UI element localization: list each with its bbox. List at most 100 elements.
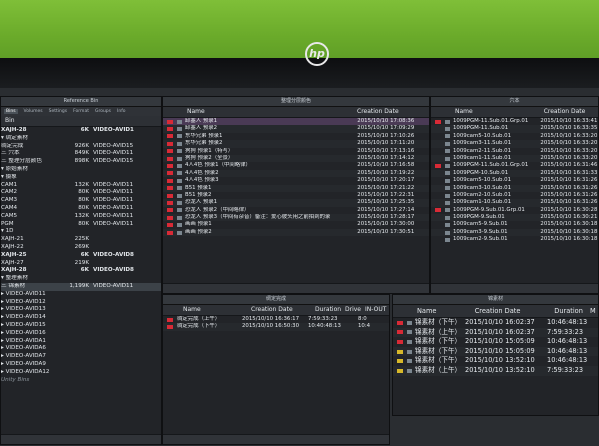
table-row[interactable]: 卸塞人 预录1 2015/10/10 17:08:36 bbox=[163, 118, 429, 126]
table-row[interactable]: 狗狗 预录2（全景） 2015/10/10 17:14:12 bbox=[163, 154, 429, 163]
bin-list-item[interactable]: XAJH-28 6K VIDEO-AVID1 bbox=[1, 127, 161, 135]
bin-list-item[interactable]: ▾ 原始素材 bbox=[1, 166, 161, 174]
table-row[interactable]: 1009cam3-10.Sub.01 2015/10/10 16:31:26 bbox=[431, 184, 598, 192]
bin-list-item[interactable]: XAJH-28 6K VIDEO-AVID8 bbox=[1, 267, 161, 275]
table-row[interactable]: 1009cam5-10.Sub.01 2015/10/10 16:31:26 bbox=[431, 177, 598, 184]
bin-list-item[interactable]: ▸ VIDEO-AVIDA6 bbox=[1, 345, 161, 353]
bin-list-item[interactable]: XAJH-21 225K bbox=[1, 236, 161, 244]
in-out: 10:4 bbox=[358, 323, 371, 330]
bin-list-item[interactable]: ▸ VIDEO-AVIDA7 bbox=[1, 353, 161, 361]
table-row[interactable]: 1009PGM-11.Sub.01.Grp.01 2015/10/10 16:31… bbox=[431, 162, 598, 169]
clip-name: 1009PGM-9.Sub.01 bbox=[453, 214, 505, 221]
bin-list-item[interactable]: ▸ VIDEO-AVIDA1 bbox=[1, 338, 161, 346]
tab-3[interactable]: Format bbox=[73, 109, 89, 114]
table-row[interactable]: B51 预录1 2015/10/10 17:21:22 bbox=[163, 184, 429, 192]
col-in-out[interactable]: IN-OUT bbox=[365, 305, 389, 315]
table-row[interactable]: 4人4色 预录3 2015/10/10 17:20:17 bbox=[163, 177, 429, 184]
tab-2[interactable]: Settings bbox=[49, 109, 67, 114]
bin-list-item[interactable]: 绸定完成 926K VIDEO-AVID15 bbox=[1, 143, 161, 151]
table-row[interactable]: 画画 预录1 2015/10/10 17:30:00 bbox=[163, 221, 429, 228]
table-row[interactable]: 恐龙人 预录3（中间有杂音）备注：爱心彼头用之前拍到的录 2015/10/10 1… bbox=[163, 214, 429, 222]
table-row[interactable]: 1009PGM-10.Sub.01 2015/10/10 16:31:33 bbox=[431, 169, 598, 178]
table-row[interactable]: 锦素材（下午） 2015/10/10 13:52:10 10:46:48:13 bbox=[393, 356, 598, 366]
bin-list-item[interactable]: ▾ 1D bbox=[1, 228, 161, 236]
bin-list-item[interactable]: 三 整理分层颜色 898K VIDEO-AVID15 bbox=[1, 158, 161, 166]
table-row[interactable]: B51 预录2 2015/10/10 17:22:31 bbox=[163, 192, 429, 199]
table-row[interactable]: 锦素材（上午） 2015/10/10 16:02:37 7:59:33:23 bbox=[393, 327, 598, 338]
table-row[interactable]: 1009cam5-9.Sub.01 2015/10/10 16:30:18 bbox=[431, 221, 598, 228]
bin-list-item[interactable]: CAM5 132K VIDEO-AVID11 bbox=[1, 213, 161, 221]
bin-list-item[interactable]: ▸ VIDEO-AVID12 bbox=[1, 299, 161, 307]
table-row[interactable]: 画画 预录2 2015/10/10 17:30:51 bbox=[163, 228, 429, 237]
table-row[interactable]: 4人4色 预录2 2015/10/10 17:19:22 bbox=[163, 169, 429, 178]
col-name[interactable]: Name bbox=[397, 305, 475, 317]
table-row[interactable]: 东华兄弟 预录1 2015/10/10 17:10:26 bbox=[163, 133, 429, 140]
table-row[interactable]: 1009cam5-10.Sub.01 2015/10/10 16:33:20 bbox=[431, 133, 598, 140]
tab-0[interactable]: Bins bbox=[4, 109, 18, 114]
table-row[interactable]: 1009cam1-11.Sub.01 2015/10/10 16:33:20 bbox=[431, 154, 598, 163]
bin-list-item[interactable]: ▾ 摄象 bbox=[1, 174, 161, 182]
bin-list-item[interactable]: ▸ VIDEO-AVID14 bbox=[1, 314, 161, 322]
col-creation-date[interactable]: Creation Date bbox=[475, 305, 555, 317]
table-row[interactable]: 1009PGM-9.Sub.01 2015/10/10 16:30:21 bbox=[431, 214, 598, 222]
col-name[interactable]: Name bbox=[167, 305, 251, 315]
bin-list-item[interactable]: ▸ VIDEO-AVID11 bbox=[1, 291, 161, 299]
bin-list-item[interactable]: XAJH-25 6K VIDEO-AVID8 bbox=[1, 252, 161, 260]
bin-list-item[interactable]: ▸ VIDEO-AVID15 bbox=[1, 322, 161, 330]
col-creation-date[interactable]: Creation Date bbox=[544, 107, 598, 117]
tab-5[interactable]: Info bbox=[117, 109, 126, 114]
table-row[interactable]: 锦素材（上午） 2015/10/10 13:52:10 7:59:33:23 bbox=[393, 365, 598, 376]
bin-list-item[interactable]: ▸ VIDEO-AVIDA12 bbox=[1, 369, 161, 377]
table-row[interactable]: 卸塞人 预录2 2015/10/10 17:09:29 bbox=[163, 125, 429, 133]
bin-list-item[interactable]: ▸ VIDEO-AVID16 bbox=[1, 330, 161, 338]
bin-list-item[interactable]: ▾ 整理素材 bbox=[1, 275, 161, 283]
table-row[interactable]: 恐龙人 预录2（中间略律） 2015/10/10 17:27:14 bbox=[163, 207, 429, 214]
col-name[interactable]: Name bbox=[167, 107, 357, 117]
table-row[interactable]: 1009cam2-9.Sub.01 2015/10/10 16:30:18 bbox=[431, 236, 598, 243]
bin-list-item[interactable]: 三 锦素材 1,199K VIDEO-AVID11 bbox=[1, 282, 161, 291]
table-row[interactable]: 1009cam3-11.Sub.01 2015/10/10 16:33:20 bbox=[431, 140, 598, 148]
bin-list-item[interactable]: CAM4 80K VIDEO-AVID11 bbox=[1, 205, 161, 213]
bin-list-item[interactable]: ▸ VIDEO-AVIDA9 bbox=[1, 361, 161, 369]
tab-1[interactable]: Volumes bbox=[24, 109, 43, 114]
table-row[interactable]: 恐龙人 预录1 2015/10/10 17:25:35 bbox=[163, 199, 429, 207]
table-row[interactable]: 1009cam1-10.Sub.01 2015/10/10 16:31:26 bbox=[431, 199, 598, 207]
bin-list-item[interactable]: PGM 80K VIDEO-AVID11 bbox=[1, 221, 161, 229]
table-row[interactable]: 绸定完成（上午） 2015/10/10 16:36:17 7:59:33:23 8:0 bbox=[163, 316, 389, 323]
table-row[interactable]: 锦素材（下午） 2015/10/10 15:05:09 10:46:48:13 bbox=[393, 346, 598, 357]
table-row[interactable]: 1009PGM-9.Sub.01.Grp.01 2015/10/10 16:30:… bbox=[431, 207, 598, 214]
bin-list-item[interactable]: XAJH-22 269K bbox=[1, 244, 161, 252]
table-row[interactable]: 1009PGM-11.Sub.01 2015/10/10 16:33:35 bbox=[431, 125, 598, 133]
table-row[interactable]: 绸定完成（下午） 2015/10/10 16:50:30 10:40:48:13 10… bbox=[163, 323, 389, 331]
bin-list-item[interactable]: CAM2 80K VIDEO-AVID11 bbox=[1, 189, 161, 197]
table-row[interactable]: 东华兄弟 预录2 2015/10/10 17:11:20 bbox=[163, 140, 429, 148]
col-creation-date[interactable]: Creation Date bbox=[357, 107, 427, 117]
sequence-icon bbox=[177, 119, 182, 124]
table-row[interactable]: 1009cam3-9.Sub.01 2015/10/10 16:30:18 bbox=[431, 228, 598, 237]
bin-list-item[interactable]: XAJH-27 219K bbox=[1, 260, 161, 268]
col-drive[interactable]: Drive bbox=[345, 305, 365, 315]
tab-4[interactable]: Groups bbox=[95, 109, 111, 114]
table-row[interactable]: 锦素材（下午） 2015/10/10 16:02:37 10:46:48:13 bbox=[393, 318, 598, 328]
bin-volume bbox=[93, 353, 151, 361]
bin-list-item[interactable]: Unity Bins bbox=[1, 377, 161, 385]
col-name[interactable]: Name bbox=[435, 107, 544, 117]
table-row[interactable]: 1009cam2-11.Sub.01 2015/10/10 16:33:20 bbox=[431, 148, 598, 155]
bin-list-item[interactable]: ▾ 绸定素材 bbox=[1, 135, 161, 143]
bin-list-item[interactable]: ▸ VIDEO-AVID13 bbox=[1, 306, 161, 314]
bin-size: 132K bbox=[74, 181, 89, 188]
col-duration[interactable]: Duration bbox=[554, 305, 590, 317]
bin-column-header[interactable]: Bin bbox=[5, 116, 65, 126]
table-row[interactable]: 锦素材（下午） 2015/10/10 15:05:09 10:46:48:13 bbox=[393, 337, 598, 347]
table-row[interactable]: 4人4色 预录1（中间略律） 2015/10/10 17:16:58 bbox=[163, 162, 429, 169]
col-duration[interactable]: Duration bbox=[315, 305, 345, 315]
col-creation-date[interactable]: Creation Date bbox=[251, 305, 315, 315]
table-row[interactable]: 1009PGM-11.Sub.01.Grp.01 2015/10/10 16:33… bbox=[431, 118, 598, 125]
bin-list-item[interactable]: CAM1 132K VIDEO-AVID11 bbox=[1, 182, 161, 190]
table-row[interactable]: 1009cam2-10.Sub.01 2015/10/10 16:31:26 bbox=[431, 192, 598, 199]
subclip-icon bbox=[445, 149, 450, 154]
bin-list-item[interactable]: CAM3 80K VIDEO-AVID11 bbox=[1, 197, 161, 205]
bin-list-item[interactable]: 三 穴本 849K VIDEO-AVID11 bbox=[1, 150, 161, 158]
col-m[interactable]: M bbox=[590, 305, 598, 317]
table-row[interactable]: 狗狗 预录1（特写） 2015/10/10 17:13:16 bbox=[163, 148, 429, 155]
